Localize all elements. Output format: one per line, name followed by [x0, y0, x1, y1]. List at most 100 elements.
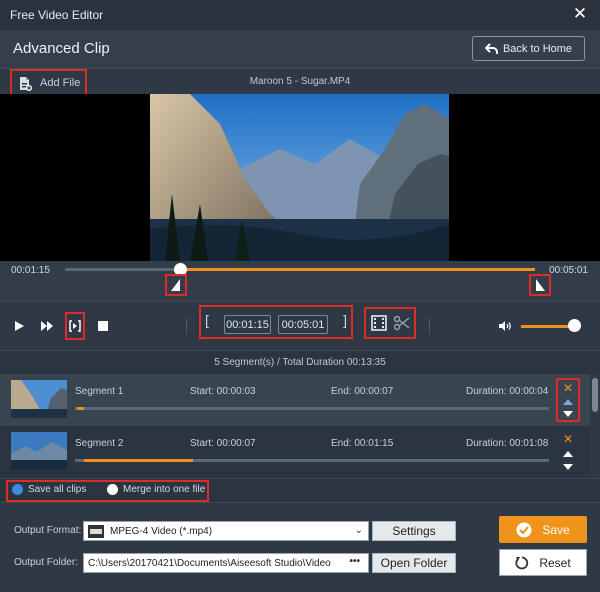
chevron-down-icon: ⌄	[354, 525, 363, 536]
output-format-select[interactable]: MPEG-4 Video (*.mp4) ⌄	[83, 521, 369, 541]
set-end-marker[interactable]	[529, 274, 551, 296]
move-down-icon[interactable]	[563, 464, 573, 471]
segment-name: Segment 1	[75, 386, 124, 397]
save-all-clips-radio[interactable]: Save all clips	[12, 484, 86, 495]
segment-actions: ✕	[556, 430, 580, 474]
output-format-value: MPEG-4 Video (*.mp4)	[110, 525, 213, 537]
add-file-label: Add File	[40, 77, 81, 89]
reset-label: Reset	[539, 555, 571, 570]
open-folder-label: Open Folder	[380, 556, 448, 570]
segment-progress-track	[75, 407, 549, 410]
segment-end: End: 00:01:15	[331, 438, 394, 449]
segment-progress-track	[75, 459, 549, 462]
settings-button[interactable]: Settings	[372, 521, 456, 541]
trim-end-time: 00:05:01	[549, 265, 588, 276]
segment-list: Segment 1 Start: 00:00:03 End: 00:00:07 …	[0, 374, 600, 478]
clip-start-input[interactable]: 00:01:15	[224, 315, 271, 334]
reset-button[interactable]: Reset	[499, 549, 587, 576]
save-button[interactable]: Save	[499, 516, 587, 543]
clip-end-value: 00:05:01	[281, 318, 325, 331]
settings-label: Settings	[392, 524, 436, 538]
clip-segment-button[interactable]	[65, 312, 85, 340]
back-to-home-label: Back to Home	[502, 42, 573, 55]
film-strip-icon[interactable]	[370, 315, 388, 331]
delete-segment-icon[interactable]: ✕	[563, 433, 573, 445]
start-marker-icon	[171, 279, 180, 291]
segment-start: Start: 00:00:07	[190, 438, 256, 449]
clip-tools-group	[364, 307, 416, 339]
reset-icon	[515, 556, 529, 569]
video-frame	[150, 94, 449, 261]
play-icon	[15, 321, 24, 331]
stop-button[interactable]	[96, 319, 110, 333]
video-format-icon	[88, 524, 104, 538]
set-end-bracket-icon[interactable]: ]	[343, 312, 347, 328]
open-folder-button[interactable]: Open Folder	[372, 553, 456, 573]
set-start-bracket-icon[interactable]: [	[205, 312, 209, 328]
check-circle-icon	[516, 522, 532, 537]
radio-unselected-dot	[107, 484, 118, 495]
trim-timeline: 00:01:15 00:05:01	[0, 261, 600, 301]
segment-name: Segment 2	[75, 438, 124, 449]
delete-segment-icon[interactable]: ✕	[563, 382, 573, 394]
segment-range-fill	[84, 459, 194, 462]
volume-knob[interactable]	[568, 319, 582, 332]
segment-thumbnail	[11, 380, 67, 418]
scissors-icon[interactable]	[393, 315, 411, 331]
save-options: Save all clips Merge into one file	[0, 478, 600, 502]
speaker-icon	[499, 321, 511, 331]
segment-list-scrollbar[interactable]	[590, 374, 600, 478]
video-scene-image	[150, 94, 449, 261]
segment-start: Start: 00:00:03	[190, 386, 256, 397]
stop-icon	[98, 321, 108, 331]
clip-end-input[interactable]: 00:05:01	[278, 315, 328, 334]
radio-selected-dot	[12, 484, 23, 495]
fast-forward-button[interactable]	[38, 317, 56, 335]
current-file-name: Maroon 5 - Sugar.MP4	[249, 76, 351, 87]
segment-duration: Duration: 00:00:04	[466, 386, 549, 397]
back-to-home-button[interactable]: Back to Home	[472, 36, 585, 61]
segment-thumbnail	[11, 432, 67, 470]
file-bar: Maroon 5 - Sugar.MP4 Add File	[0, 68, 600, 97]
volume-button[interactable]	[497, 318, 513, 334]
browse-icon[interactable]: •••	[349, 556, 360, 567]
segment-range-fill	[77, 407, 85, 410]
header-bar: Advanced Clip Back to Home	[0, 30, 600, 68]
trim-start-time: 00:01:15	[11, 265, 50, 276]
segment-row[interactable]: Segment 2 Start: 00:00:07 End: 00:01:15 …	[0, 426, 590, 478]
move-up-icon[interactable]	[563, 450, 573, 457]
output-settings: Output Format: MPEG-4 Video (*.mp4) ⌄ Se…	[0, 502, 600, 592]
move-down-icon[interactable]	[563, 411, 573, 417]
close-icon[interactable]: ✕	[572, 5, 588, 22]
merge-into-one-file-radio[interactable]: Merge into one file	[107, 484, 205, 495]
clip-start-value: 00:01:15	[226, 318, 269, 331]
add-file-icon	[20, 76, 32, 91]
trim-track[interactable]	[65, 268, 535, 271]
fast-forward-icon	[41, 321, 53, 331]
add-file-button[interactable]: Add File	[10, 69, 87, 97]
end-marker-icon	[536, 279, 545, 291]
video-preview	[0, 94, 600, 261]
play-button[interactable]	[10, 317, 28, 335]
page-title: Advanced Clip	[13, 40, 110, 57]
window-title: Free Video Editor	[10, 8, 104, 22]
separator	[429, 318, 430, 334]
move-up-icon[interactable]	[563, 399, 573, 405]
segment-actions: ✕	[556, 378, 580, 422]
output-folder-input[interactable]: C:\Users\20170421\Documents\Aiseesoft St…	[83, 553, 369, 573]
clip-time-range: [ ]	[199, 305, 353, 339]
segment-duration: Duration: 00:01:08	[466, 438, 549, 449]
scrollbar-thumb[interactable]	[592, 378, 598, 412]
segment-row[interactable]: Segment 1 Start: 00:00:03 End: 00:00:07 …	[0, 374, 590, 426]
set-start-marker[interactable]	[165, 274, 187, 296]
segments-summary: 5 Segment(s) / Total Duration 00:13:35	[0, 350, 600, 374]
save-label: Save	[542, 522, 570, 537]
title-bar: Free Video Editor ✕	[0, 0, 600, 30]
output-format-label: Output Format:	[14, 525, 82, 536]
save-all-clips-label: Save all clips	[28, 484, 87, 495]
segment-end: End: 00:00:07	[331, 386, 394, 397]
output-folder-value: C:\Users\20170421\Documents\Aiseesoft St…	[88, 557, 331, 569]
merge-into-one-file-label: Merge into one file	[123, 484, 206, 495]
back-arrow-icon	[484, 42, 498, 54]
trim-selected-range	[180, 268, 535, 271]
